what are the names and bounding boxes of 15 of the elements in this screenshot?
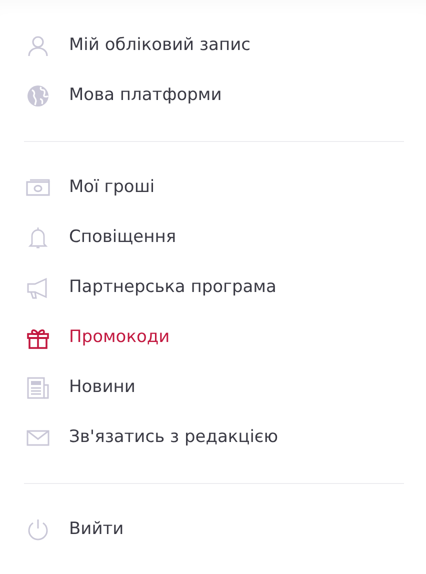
- megaphone-icon: [26, 276, 50, 300]
- bell-icon: [26, 226, 50, 250]
- menu-item[interactable]: Мій обліковий запис: [0, 21, 426, 71]
- menu-item[interactable]: Вийти: [0, 505, 426, 555]
- menu-item[interactable]: Зв'язатись з редакцією: [0, 413, 426, 463]
- menu-item[interactable]: Сповіщення: [0, 213, 426, 263]
- menu-item[interactable]: Мова платформи: [0, 71, 426, 121]
- globe-icon: [26, 84, 50, 108]
- menu-item[interactable]: Новини: [0, 363, 426, 413]
- menu-item[interactable]: Партнерська програма: [0, 263, 426, 313]
- menu-item[interactable]: Промокоди: [0, 313, 426, 363]
- user-icon: [26, 34, 50, 58]
- power-icon: [26, 518, 50, 542]
- menu-item[interactable]: Мої гроші: [0, 163, 426, 213]
- newspaper-icon: [26, 376, 50, 400]
